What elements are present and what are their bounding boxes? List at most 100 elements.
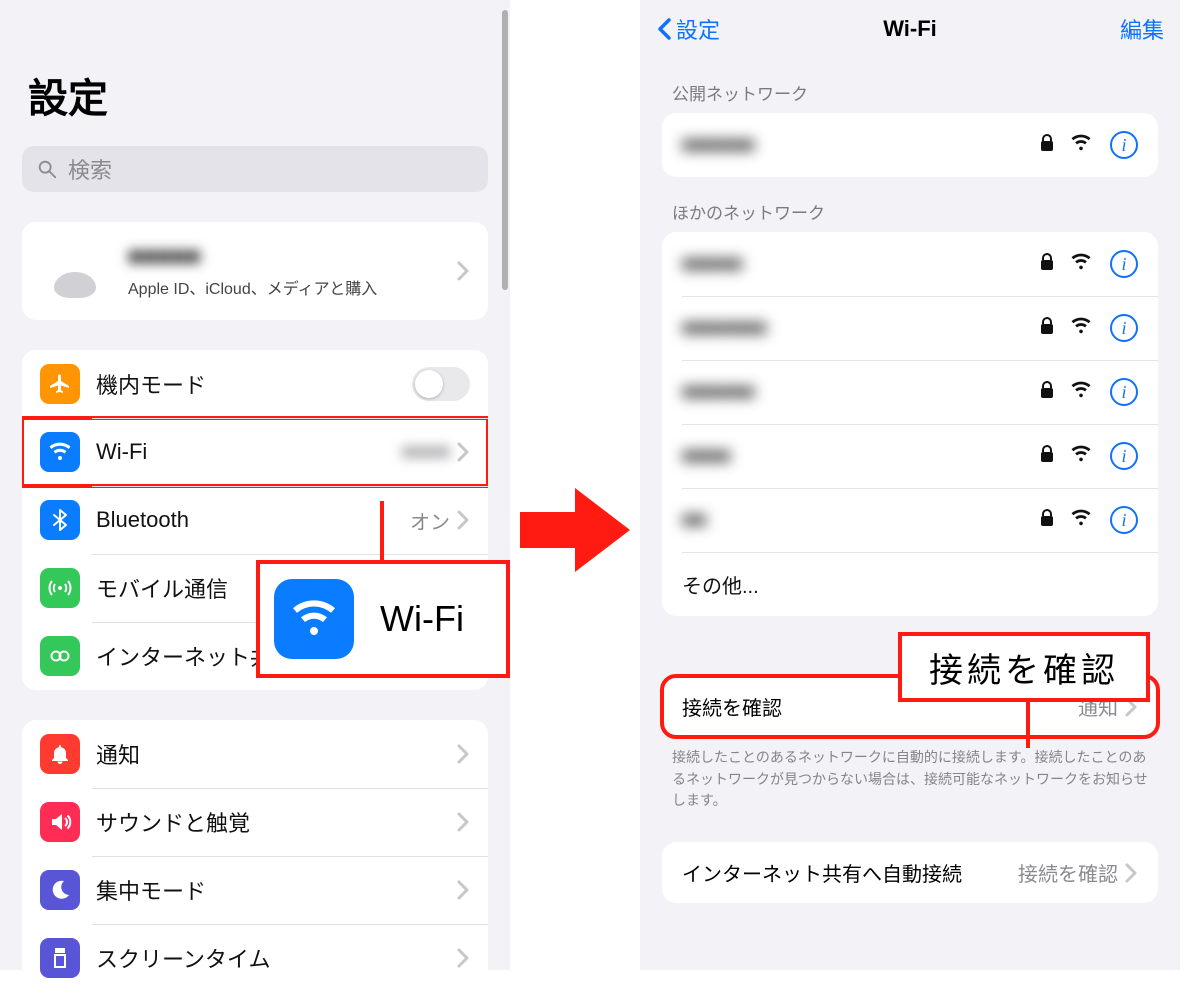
network-name: ■■■■■■ [682, 134, 1036, 157]
chevron-right-icon [456, 260, 470, 282]
screentime-label: スクリーンタイム [96, 942, 456, 974]
callout-connector [1026, 698, 1030, 748]
network-name: ■■■■■ [682, 253, 1036, 276]
sounds-icon [40, 802, 80, 842]
wifi-value: ■■■■ [402, 441, 450, 464]
network-name: ■■ [682, 509, 1036, 532]
info-icon[interactable]: i [1110, 314, 1138, 342]
other-networks-card: ■■■■■ i ■■■■■■■ i ■■■■■■ i ■■■■ i ■■ [662, 232, 1158, 616]
network-row[interactable]: ■■■■ i [662, 424, 1158, 488]
network-row[interactable]: ■■■■■■■ i [662, 296, 1158, 360]
back-button[interactable]: 設定 [656, 13, 720, 45]
notifications-row[interactable]: 通知 [22, 720, 488, 788]
notifications-icon [40, 734, 80, 774]
wifi-strength-icon [1066, 445, 1096, 468]
other-network-row[interactable]: その他... [662, 552, 1158, 616]
sounds-row[interactable]: サウンドと触覚 [22, 788, 488, 856]
ask-callout-label: 接続を確認 [929, 643, 1119, 692]
search-placeholder: 検索 [68, 153, 112, 185]
hotspot-icon [40, 636, 80, 676]
lock-icon [1036, 317, 1058, 340]
wifi-strength-icon [1066, 134, 1096, 157]
info-icon[interactable]: i [1110, 442, 1138, 470]
airplane-row[interactable]: 機内モード [22, 350, 488, 418]
wifi-row[interactable]: Wi-Fi ■■■■ [22, 418, 488, 486]
ask-footer-text: 接続したことのあるネットワークに自動的に接続します。接続したことのあるネットワー… [640, 737, 1180, 842]
cellular-icon [40, 568, 80, 608]
wifi-label: Wi-Fi [96, 439, 402, 465]
chevron-right-icon [1124, 862, 1138, 884]
network-name: ■■■■ [682, 445, 1036, 468]
other-label: その他... [682, 570, 1138, 599]
info-icon[interactable]: i [1110, 506, 1138, 534]
network-name: ■■■■■■ [682, 381, 1036, 404]
profile-card: ■■■■■ Apple ID、iCloud、メディアと購入 [22, 222, 488, 320]
airplane-toggle[interactable] [412, 367, 470, 401]
bluetooth-value: オン [410, 506, 450, 535]
focus-label: 集中モード [96, 874, 456, 906]
chevron-right-icon [456, 743, 470, 765]
ask-callout: 接続を確認 [898, 632, 1150, 702]
info-icon[interactable]: i [1110, 378, 1138, 406]
screentime-icon [40, 938, 80, 978]
page-title: 設定 [0, 6, 510, 146]
network-row[interactable]: ■■ i [662, 488, 1158, 552]
lock-icon [1036, 381, 1058, 404]
profile-row[interactable]: ■■■■■ Apple ID、iCloud、メディアと購入 [22, 222, 488, 320]
profile-subtitle: Apple ID、iCloud、メディアと購入 [128, 275, 456, 299]
wifi-icon [274, 579, 354, 659]
chevron-right-icon [456, 811, 470, 833]
nav-bar: 設定 Wi-Fi 編集 [640, 0, 1180, 58]
section-header-public: 公開ネットワーク [640, 58, 1180, 113]
scrollbar[interactable] [502, 10, 508, 290]
chevron-right-icon [456, 947, 470, 969]
wifi-icon [40, 432, 80, 472]
auto-hotspot-label: インターネット共有へ自動接続 [682, 858, 1018, 887]
network-row[interactable]: ■■■■■ i [662, 232, 1158, 296]
public-networks-card: ■■■■■■ i [662, 113, 1158, 177]
edit-button[interactable]: 編集 [1120, 13, 1164, 45]
wifi-strength-icon [1066, 381, 1096, 404]
info-icon[interactable]: i [1110, 250, 1138, 278]
general-group: 通知 サウンドと触覚 集中モード スクリーンタイム [22, 720, 488, 992]
notifications-label: 通知 [96, 738, 456, 770]
profile-name: ■■■■■ [128, 243, 456, 271]
lock-icon [1036, 509, 1058, 532]
airplane-label: 機内モード [96, 368, 412, 400]
wifi-callout-label: Wi-Fi [380, 598, 464, 640]
wifi-strength-icon [1066, 509, 1096, 532]
chevron-right-icon [456, 441, 470, 463]
network-name: ■■■■■■■ [682, 317, 1036, 340]
wifi-strength-icon [1066, 253, 1096, 276]
bluetooth-row[interactable]: Bluetooth オン [22, 486, 488, 554]
network-row[interactable]: ■■■■■■ i [662, 113, 1158, 177]
wifi-strength-icon [1066, 317, 1096, 340]
search-icon [36, 158, 58, 180]
airplane-icon [40, 364, 80, 404]
auto-hotspot-value: 接続を確認 [1018, 858, 1118, 887]
callout-connector [380, 501, 384, 563]
bluetooth-icon [40, 500, 80, 540]
screentime-row[interactable]: スクリーンタイム [22, 924, 488, 992]
wifi-callout: Wi-Fi [256, 560, 510, 678]
lock-icon [1036, 134, 1058, 157]
wifi-settings-screen: 設定 Wi-Fi 編集 公開ネットワーク ■■■■■■ i ほかのネットワーク … [640, 0, 1180, 970]
back-label: 設定 [676, 13, 720, 45]
search-input[interactable]: 検索 [22, 146, 488, 192]
focus-icon [40, 870, 80, 910]
section-header-other: ほかのネットワーク [640, 177, 1180, 232]
auto-hotspot-card: インターネット共有へ自動接続 接続を確認 [662, 842, 1158, 903]
bluetooth-label: Bluetooth [96, 507, 410, 533]
sounds-label: サウンドと触覚 [96, 806, 456, 838]
network-row[interactable]: ■■■■■■ i [662, 360, 1158, 424]
nav-title: Wi-Fi [640, 16, 1180, 42]
transition-arrow-icon [510, 0, 640, 580]
auto-hotspot-row[interactable]: インターネット共有へ自動接続 接続を確認 [662, 842, 1158, 903]
chevron-right-icon [456, 879, 470, 901]
lock-icon [1036, 445, 1058, 468]
lock-icon [1036, 253, 1058, 276]
info-icon[interactable]: i [1110, 131, 1138, 159]
avatar [40, 236, 110, 306]
chevron-right-icon [456, 509, 470, 531]
focus-row[interactable]: 集中モード [22, 856, 488, 924]
